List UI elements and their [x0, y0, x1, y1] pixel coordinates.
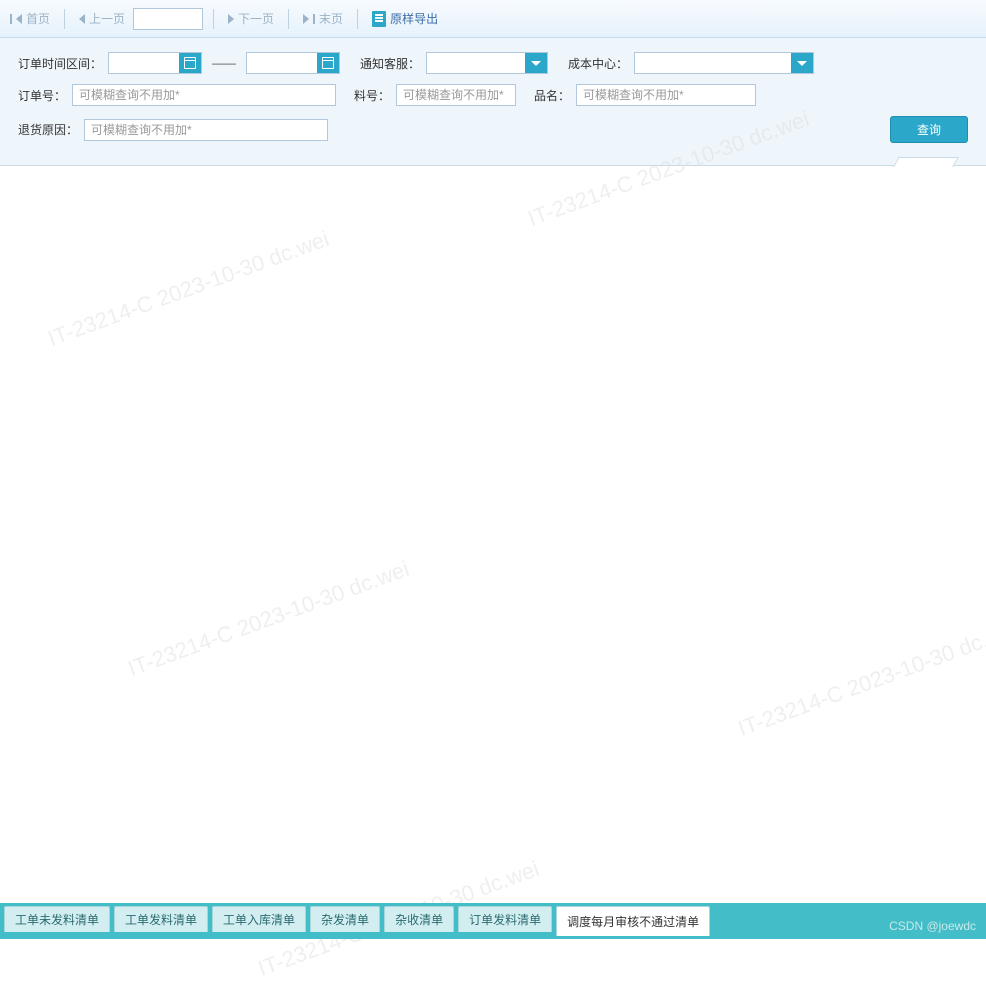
separator [288, 9, 289, 29]
product-name-label: 品名： [534, 87, 570, 104]
watermark: IT-23214-C 2023-10-30 dc.wei [125, 556, 413, 682]
return-reason-label: 退货原因： [18, 121, 78, 138]
tab-0[interactable]: 工单未发料清单 [4, 906, 110, 932]
export-icon [372, 11, 386, 27]
notify-cs-select[interactable] [426, 52, 548, 74]
pager-prev[interactable]: 上一页 [75, 8, 129, 29]
tab-4[interactable]: 杂收清单 [384, 906, 454, 932]
date-from-input[interactable] [109, 53, 179, 73]
tab-6[interactable]: 调度每月审核不通过清单 [556, 906, 710, 936]
pager-first[interactable]: 首页 [6, 8, 54, 29]
last-arrow-icon [303, 14, 309, 24]
query-button[interactable]: 查询 [890, 116, 968, 143]
pager-first-label: 首页 [26, 10, 50, 27]
field-return-reason: 退货原因： [18, 119, 328, 141]
footer-credit: CSDN @joewdc [889, 919, 976, 933]
order-no-input[interactable] [72, 84, 336, 106]
date-to-input[interactable] [247, 53, 317, 73]
first-bar-icon [10, 14, 12, 24]
pager-last-label: 末页 [319, 10, 343, 27]
order-no-label: 订单号： [18, 87, 66, 104]
last-bar-icon [313, 14, 315, 24]
material-no-label: 料号： [354, 87, 390, 104]
notify-cs-dropdown-button[interactable] [525, 53, 547, 73]
field-material-no: 料号： [354, 84, 516, 106]
first-arrow-icon [16, 14, 22, 24]
filter-panel: 订单时间区间： —— 通知客服： [0, 38, 986, 166]
separator [64, 9, 65, 29]
next-arrow-icon [228, 14, 234, 24]
pager-last[interactable]: 末页 [299, 8, 347, 29]
calendar-icon [184, 57, 196, 69]
pager-next-label: 下一页 [238, 10, 274, 27]
watermark: IT-23214-C 2023-10-30 dc.wei [735, 616, 986, 742]
date-from-wrap [108, 52, 202, 74]
bottom-tab-bar: 工单未发料清单工单发料清单工单入库清单杂发清单杂收清单订单发料清单调度每月审核不… [0, 903, 986, 939]
order-time-label: 订单时间区间： [18, 55, 102, 72]
product-name-input[interactable] [576, 84, 756, 106]
date-from-picker-button[interactable] [179, 53, 201, 73]
notify-cs-label: 通知客服： [360, 55, 420, 72]
cost-center-dropdown-button[interactable] [791, 53, 813, 73]
watermark: IT-23214-C 2023-10-30 dc.wei [45, 226, 333, 352]
field-notify-cs: 通知客服： [360, 52, 548, 74]
pager-export-label: 原样导出 [390, 10, 438, 27]
cost-center-label: 成本中心： [568, 55, 628, 72]
separator [357, 9, 358, 29]
panel-collapse-handle[interactable] [893, 157, 959, 167]
range-separator: —— [212, 56, 236, 70]
separator [213, 9, 214, 29]
date-to-picker-button[interactable] [317, 53, 339, 73]
tab-3[interactable]: 杂发清单 [310, 906, 380, 932]
cost-center-input[interactable] [635, 53, 791, 73]
field-order-no: 订单号： [18, 84, 336, 106]
tab-1[interactable]: 工单发料清单 [114, 906, 208, 932]
calendar-icon [322, 57, 334, 69]
pager-page-input[interactable] [133, 8, 203, 30]
material-no-input[interactable] [396, 84, 516, 106]
date-to-wrap [246, 52, 340, 74]
pager-next[interactable]: 下一页 [224, 8, 278, 29]
field-product-name: 品名： [534, 84, 756, 106]
tab-5[interactable]: 订单发料清单 [458, 906, 552, 932]
pager-export[interactable]: 原样导出 [368, 8, 442, 29]
chevron-down-icon [797, 61, 807, 66]
field-order-time: 订单时间区间： —— [18, 52, 340, 74]
pager-toolbar: 首页 上一页 下一页 末页 原样导出 [0, 0, 986, 38]
pager-prev-label: 上一页 [89, 10, 125, 27]
prev-arrow-icon [79, 14, 85, 24]
field-cost-center: 成本中心： [568, 52, 814, 74]
cost-center-select[interactable] [634, 52, 814, 74]
tab-2[interactable]: 工单入库清单 [212, 906, 306, 932]
chevron-down-icon [531, 61, 541, 66]
return-reason-input[interactable] [84, 119, 328, 141]
notify-cs-input[interactable] [427, 53, 525, 73]
